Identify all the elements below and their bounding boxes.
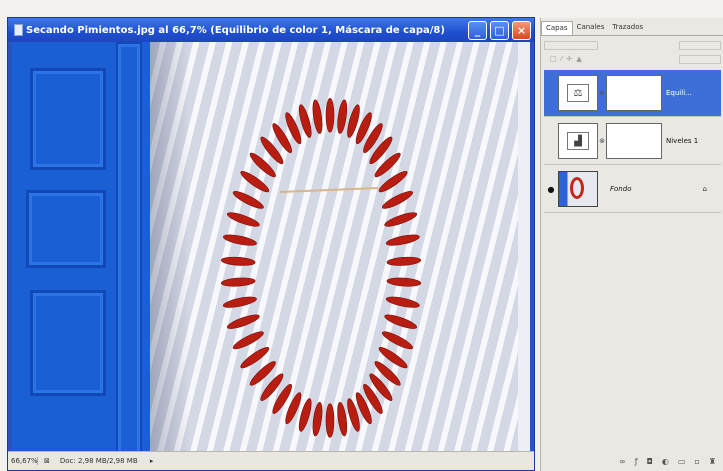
document-window: Secando Pimientos.jpg al 66,7% (Equilibr… xyxy=(8,18,534,470)
pepper xyxy=(384,314,418,329)
mask-icon[interactable]: ◘ xyxy=(647,457,653,466)
mask-link-icon[interactable]: ⊗ xyxy=(598,89,606,97)
pepper xyxy=(337,401,348,437)
pepper xyxy=(384,212,418,227)
status-icon[interactable]: ⊠ xyxy=(44,457,50,465)
pepper xyxy=(232,191,264,209)
pepper xyxy=(312,401,323,437)
lock-icons[interactable]: □ ⁄ ✛ ▲ xyxy=(550,55,583,63)
folder-icon[interactable]: ▭ xyxy=(678,457,686,466)
pepper xyxy=(385,296,420,308)
adjustment-thumbnail: ⚖ xyxy=(558,75,598,111)
pepper xyxy=(386,256,422,266)
layer-row-equilibrio[interactable]: ⚖ ⊗ Equili... xyxy=(544,70,721,117)
close-button[interactable]: × xyxy=(512,20,531,40)
pepper-ring-thumbnail xyxy=(570,177,584,199)
pepper xyxy=(226,314,260,329)
lock-icon: ⌂ xyxy=(702,185,707,193)
opacity-field[interactable] xyxy=(679,40,721,50)
layer-name: Fondo xyxy=(610,185,632,193)
tab-trazados[interactable]: Trazados xyxy=(608,21,647,35)
pepper xyxy=(325,98,335,133)
layers-panel: Capas Canales Trazados □ ⁄ ✛ ▲ ⚖ ⊗ Equil… xyxy=(540,18,723,471)
document-titlebar[interactable]: Secando Pimientos.jpg al 66,7% (Equilibr… xyxy=(8,18,534,42)
histogram-icon: ▟ xyxy=(567,132,589,150)
pepper xyxy=(220,256,256,266)
document-info: Doc: 2,98 MB/2,98 MB xyxy=(59,457,138,465)
layer-row-niveles[interactable]: ▟ ⊗ Niveles 1 xyxy=(544,118,721,165)
balance-icon: ⚖ xyxy=(567,84,589,102)
blend-mode-select[interactable] xyxy=(544,40,598,50)
pepper xyxy=(337,99,348,134)
blend-mode-row xyxy=(544,40,721,50)
adjustment-thumbnail: ▟ xyxy=(558,123,598,159)
new-layer-icon[interactable]: ▫ xyxy=(694,457,699,466)
pepper xyxy=(381,331,414,350)
fx-icon[interactable]: ƒ xyxy=(635,457,638,466)
pepper xyxy=(386,277,422,287)
status-bar: 66,67% ⊠ Doc: 2,98 MB/2,98 MB ▸ xyxy=(8,451,534,470)
garland-string xyxy=(279,187,379,193)
tab-canales[interactable]: Canales xyxy=(573,21,609,35)
pepper-garland xyxy=(220,98,422,438)
pepper xyxy=(325,403,335,438)
link-icon[interactable]: ∞ xyxy=(619,457,626,466)
pepper xyxy=(222,234,257,246)
trash-icon[interactable]: ♜ xyxy=(709,457,716,466)
pepper xyxy=(232,331,264,350)
panel-tabs: Capas Canales Trazados xyxy=(541,21,723,36)
panel-footer: ∞ ƒ ◘ ◐ ▭ ▫ ♜ xyxy=(541,453,723,469)
zoom-field[interactable]: 66,67% xyxy=(8,457,38,465)
pepper xyxy=(381,191,414,209)
layer-mask-thumbnail[interactable] xyxy=(606,75,662,111)
minimize-button[interactable]: _ xyxy=(468,20,487,40)
document-title: Secando Pimientos.jpg al 66,7% (Equilibr… xyxy=(26,24,445,36)
document-icon xyxy=(14,24,23,36)
maximize-button[interactable]: □ xyxy=(490,20,509,40)
pepper xyxy=(385,234,420,246)
image-canvas[interactable] xyxy=(12,42,530,452)
layer-row-fondo[interactable]: ● Fondo ⌂ xyxy=(544,166,721,213)
layer-name: Niveles 1 xyxy=(666,137,699,145)
fill-field[interactable] xyxy=(679,54,721,64)
status-menu-arrow-icon[interactable]: ▸ xyxy=(150,457,154,465)
pepper xyxy=(226,212,260,227)
adjustment-icon[interactable]: ◐ xyxy=(662,457,669,466)
pepper xyxy=(222,296,257,308)
layer-mask-thumbnail[interactable] xyxy=(606,123,662,159)
tab-capas[interactable]: Capas xyxy=(541,21,573,35)
background-thumbnail xyxy=(558,171,598,207)
mask-link-icon[interactable]: ⊗ xyxy=(598,137,606,145)
layer-name: Equili... xyxy=(666,89,692,97)
pepper xyxy=(220,277,256,287)
lock-row: □ ⁄ ✛ ▲ xyxy=(544,54,721,64)
pepper xyxy=(312,99,323,134)
eye-icon[interactable]: ● xyxy=(544,185,558,194)
